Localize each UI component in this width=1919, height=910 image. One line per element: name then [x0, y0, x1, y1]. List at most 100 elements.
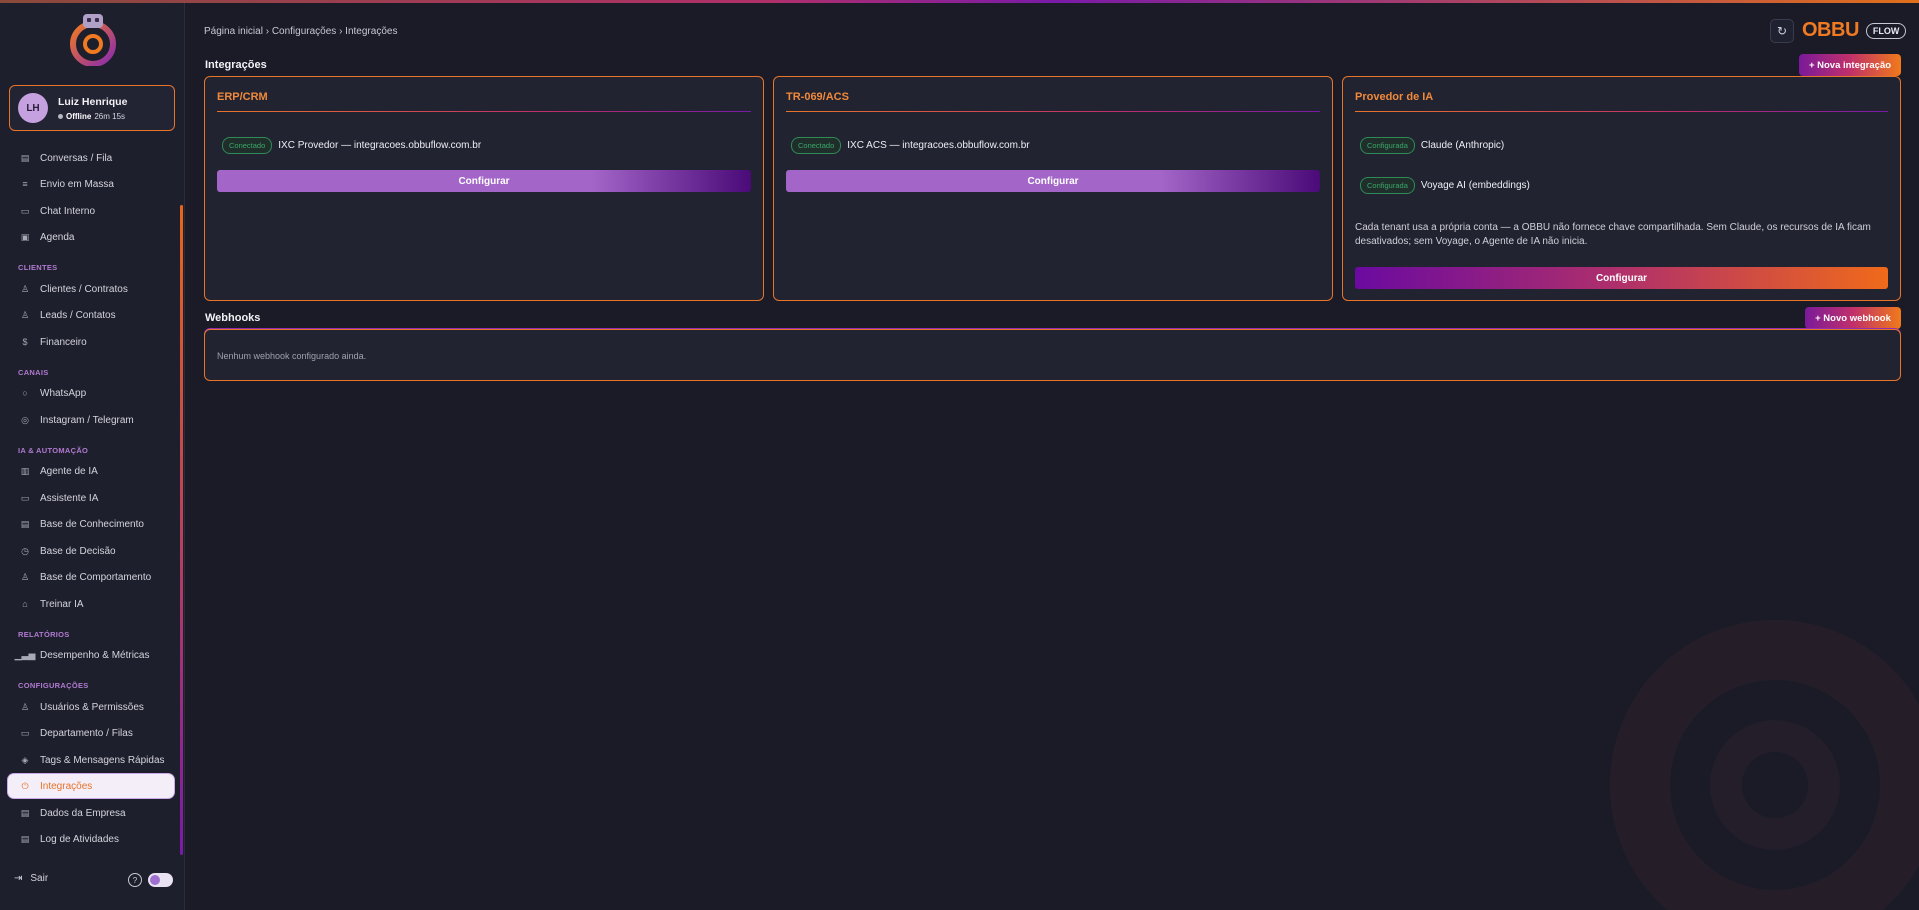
- bars-icon: ▁▃▅: [14, 649, 36, 660]
- whatsapp-icon: ○: [22, 388, 28, 398]
- refresh-icon: ↻: [1776, 24, 1788, 38]
- sidebar-item-label: Treinar IA: [40, 598, 84, 610]
- integration-row: Configurada Voyage AI (embeddings): [1360, 177, 1530, 194]
- sidebar-item-label: Base de Conhecimento: [40, 518, 144, 530]
- logout-label: Sair: [30, 873, 49, 884]
- clock-icon: ◷: [21, 545, 29, 556]
- chat-icon: ▭: [20, 205, 30, 216]
- sidebar-item-log-atividades[interactable]: ▤ Log de Atividades: [8, 827, 174, 851]
- status-badge: Conectado: [222, 137, 273, 154]
- calendar-icon: ▣: [20, 231, 30, 242]
- sidebar-item-instagram-telegram[interactable]: ◎ Instagram / Telegram: [8, 408, 174, 432]
- sidebar-item-integracoes[interactable]: ⏻ Integrações: [8, 774, 174, 798]
- sidebar-item-base-conhecimento[interactable]: ▤ Base de Conhecimento: [8, 512, 174, 536]
- breadcrumb[interactable]: Página inicial › Configurações › Integra…: [204, 26, 397, 37]
- sidebar-item-base-decisao[interactable]: ◷ Base de Decisão: [8, 539, 174, 563]
- sidebar-item-envio-massa[interactable]: ≡ Envio em Massa: [8, 172, 174, 196]
- status-label: Offline: [66, 111, 92, 121]
- status-duration: 26m 15s: [94, 111, 126, 121]
- robot-logo-icon[interactable]: [66, 10, 120, 67]
- sidebar-item-label: Chat Interno: [40, 205, 96, 217]
- integration-card-tr069-acs: TR-069/ACS Conectado IXC ACS — integraco…: [773, 76, 1333, 301]
- sidebar-item-label: Tags & Mensagens Rápidas: [40, 754, 165, 766]
- integration-text: IXC ACS — integracoes.obbuflow.com.br: [847, 140, 1030, 151]
- user-icon: ♙: [20, 283, 30, 294]
- user-status: Offline 26m 15s: [58, 112, 127, 121]
- sidebar-item-label: Envio em Massa: [40, 178, 114, 190]
- sidebar-item-label: Financeiro: [40, 336, 87, 348]
- sidebar-item-label: Usuários & Permissões: [40, 701, 144, 713]
- card-note: Cada tenant usa a própria conta — a OBBU…: [1355, 222, 1871, 247]
- nav-section-ia-automacao: IA & Automação: [18, 446, 89, 455]
- sidebar-item-label: Leads / Contatos: [40, 309, 116, 321]
- sidebar-item-label: Conversas / Fila: [40, 152, 113, 164]
- sidebar-item-label: Log de Atividades: [40, 833, 119, 845]
- sidebar-item-label: Assistente IA: [40, 492, 99, 504]
- brand-tag: FLOW: [1865, 22, 1907, 39]
- configure-button[interactable]: Configurar: [786, 170, 1320, 192]
- users-icon: ♙: [20, 309, 30, 320]
- building-icon: ▤: [20, 807, 30, 818]
- configure-button[interactable]: Configurar: [217, 170, 751, 192]
- sidebar-item-dados-empresa[interactable]: ▤ Dados da Empresa: [8, 801, 174, 825]
- dollar-icon: $: [22, 337, 28, 347]
- sidebar-item-agenda[interactable]: ▣ Agenda: [8, 225, 174, 249]
- sidebar-item-leads[interactable]: ♙ Leads / Contatos: [8, 303, 174, 327]
- clipboard-icon: ▤: [20, 152, 30, 163]
- user-icon: ♙: [20, 571, 30, 582]
- integration-row: Conectado IXC ACS — integracoes.obbuflow…: [791, 137, 1030, 154]
- status-badge: Configurada: [1360, 137, 1415, 154]
- sidebar-item-chat-interno[interactable]: ▭ Chat Interno: [8, 199, 174, 223]
- card-divider: [217, 111, 751, 112]
- status-dot-icon: [58, 113, 63, 119]
- status-badge: Conectado: [791, 137, 842, 154]
- sidebar-item-departamento[interactable]: ▭ Departamento / Filas: [8, 721, 174, 745]
- new-webhook-button[interactable]: + Novo webhook: [1805, 307, 1901, 329]
- sidebar-scrollbar[interactable]: [180, 205, 183, 855]
- status-badge: Configurada: [1360, 177, 1415, 194]
- sidebar-item-conversas[interactable]: ▤ Conversas / Fila: [8, 146, 174, 170]
- sidebar-item-base-comportamento[interactable]: ♙ Base de Comportamento: [8, 565, 174, 589]
- nav-section-clientes: Clientes: [18, 263, 58, 272]
- sidebar-item-label: Departamento / Filas: [40, 727, 133, 739]
- sidebar-item-clientes[interactable]: ♙ Clientes / Contratos: [8, 277, 174, 301]
- sidebar-item-label: Dados da Empresa: [40, 807, 126, 819]
- integration-row: Conectado IXC Provedor — integracoes.obb…: [222, 137, 481, 154]
- card-title: TR-069/ACS: [786, 91, 849, 103]
- new-integration-button[interactable]: + Nova integração: [1799, 54, 1901, 76]
- sidebar-item-financeiro[interactable]: $ Financeiro: [8, 330, 174, 354]
- user-name: Luiz Henrique: [58, 95, 128, 108]
- refresh-button[interactable]: ↻: [1770, 19, 1794, 43]
- card-divider: [1355, 111, 1888, 112]
- plug-icon: ⏻: [21, 780, 29, 791]
- sidebar: LH Luiz Henrique Offline 26m 15s ▤ Conver…: [0, 0, 185, 910]
- sidebar-item-treinar-ia[interactable]: ⌂ Treinar IA: [8, 592, 174, 616]
- sidebar-item-label: Base de Comportamento: [40, 571, 152, 583]
- sidebar-item-desempenho[interactable]: ▁▃▅ Desempenho & Métricas: [8, 643, 174, 667]
- briefcase-icon: ▭: [20, 727, 30, 738]
- chat-icon: ▭: [20, 492, 30, 503]
- sidebar-item-label: Integrações: [40, 780, 93, 792]
- card-title: Provedor de IA: [1355, 91, 1434, 103]
- instagram-icon: ◎: [21, 414, 29, 425]
- sidebar-item-label: WhatsApp: [40, 387, 87, 399]
- configure-button[interactable]: Configurar: [1355, 267, 1888, 289]
- lock-icon: ⌂: [22, 599, 28, 609]
- nav-section-canais: Canais: [18, 368, 49, 377]
- webhooks-title: Webhooks: [205, 312, 261, 324]
- help-icon[interactable]: ?: [128, 873, 142, 887]
- sidebar-item-agente-ia[interactable]: ▥ Agente de IA: [8, 459, 174, 483]
- user-card[interactable]: LH Luiz Henrique Offline 26m 15s: [9, 85, 175, 131]
- sidebar-item-label: Clientes / Contratos: [40, 283, 128, 295]
- sidebar-item-tags[interactable]: ◈ Tags & Mensagens Rápidas: [8, 748, 174, 772]
- tag-icon: ◈: [21, 754, 29, 765]
- theme-toggle[interactable]: [148, 873, 173, 887]
- sidebar-item-usuarios[interactable]: ♙ Usuários & Permissões: [8, 695, 174, 719]
- nav-section-relatorios: Relatórios: [18, 630, 70, 639]
- logout-button[interactable]: ⇥ Sair: [14, 873, 48, 884]
- card-title: ERP/CRM: [217, 91, 268, 103]
- integration-card-erp-crm: ERP/CRM Conectado IXC Provedor — integra…: [204, 76, 764, 301]
- integration-row: Configurada Claude (Anthropic): [1360, 137, 1504, 154]
- sidebar-item-assistente-ia[interactable]: ▭ Assistente IA: [8, 486, 174, 510]
- sidebar-item-whatsapp[interactable]: ○ WhatsApp: [8, 381, 174, 405]
